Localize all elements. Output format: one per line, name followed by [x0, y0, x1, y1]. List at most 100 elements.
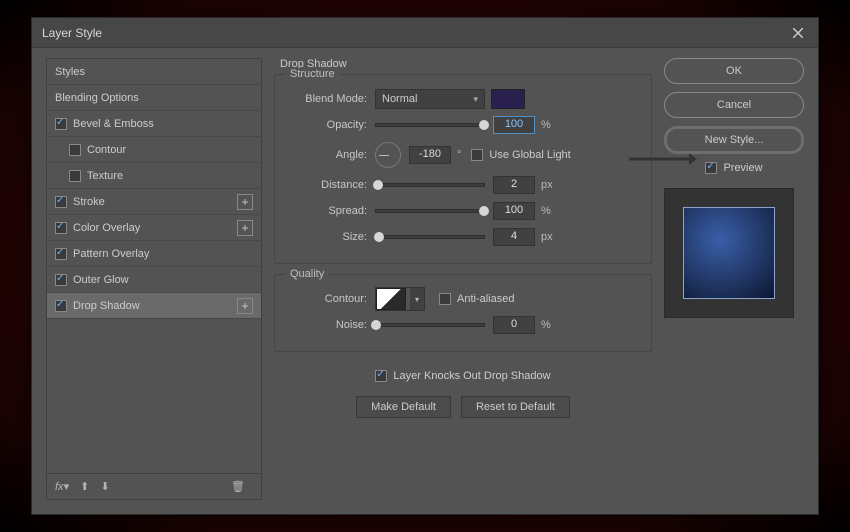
preview-box: [664, 188, 794, 318]
sidebar-item-color-overlay[interactable]: Color Overlay +: [47, 215, 261, 241]
size-slider[interactable]: [375, 235, 485, 239]
styles-list: Styles Blending Options Bevel & Emboss C…: [46, 58, 262, 500]
chevron-down-icon: ▾: [410, 288, 424, 310]
color-overlay-checkbox[interactable]: [55, 222, 67, 234]
spread-slider[interactable]: [375, 209, 485, 213]
sidebar-item-label: Contour: [87, 144, 126, 156]
preview-swatch: [683, 207, 775, 299]
opacity-input[interactable]: 100: [493, 116, 535, 134]
noise-slider[interactable]: [375, 323, 485, 327]
drop-shadow-checkbox[interactable]: [55, 300, 67, 312]
move-up-icon[interactable]: ⬆: [80, 481, 89, 493]
noise-unit: %: [541, 319, 551, 331]
reset-default-label: Reset to Default: [476, 401, 555, 413]
blend-mode-value: Normal: [382, 93, 417, 105]
outer-glow-checkbox[interactable]: [55, 274, 67, 286]
structure-group: Structure Blend Mode: Normal ▾ Opacity: …: [274, 74, 652, 264]
trash-icon[interactable]: 🗑: [231, 480, 245, 493]
sidebar-item-label: Styles: [55, 66, 85, 78]
sidebar-item-label: Drop Shadow: [73, 300, 140, 312]
preview-label: Preview: [723, 162, 762, 174]
noise-label: Noise:: [289, 319, 367, 331]
callout-arrow-icon: [629, 150, 697, 168]
cancel-label: Cancel: [717, 99, 751, 111]
size-label: Size:: [289, 231, 367, 243]
fx-menu-icon[interactable]: fx▾: [55, 481, 69, 493]
contour-picker[interactable]: ▾: [375, 287, 425, 311]
stroke-checkbox[interactable]: [55, 196, 67, 208]
window-title: Layer Style: [42, 26, 102, 40]
sidebar-item-styles[interactable]: Styles: [47, 59, 261, 85]
structure-title: Structure: [285, 68, 340, 80]
angle-unit: °: [457, 149, 461, 161]
shadow-color-swatch[interactable]: [491, 89, 525, 109]
angle-dial[interactable]: [375, 142, 401, 168]
distance-label: Distance:: [289, 179, 367, 191]
layer-style-dialog: Layer Style Styles Blending Options Beve…: [31, 17, 819, 515]
knockout-label: Layer Knocks Out Drop Shadow: [393, 370, 550, 382]
sidebar-footer: fx▾ ⬆ ⬇ 🗑: [47, 473, 261, 499]
blend-mode-select[interactable]: Normal ▾: [375, 89, 485, 109]
quality-group: Quality Contour: ▾ Anti-aliased Noise: 0…: [274, 274, 652, 352]
sidebar-item-label: Outer Glow: [73, 274, 129, 286]
move-down-icon[interactable]: ⬇: [100, 481, 109, 493]
sidebar-item-stroke[interactable]: Stroke +: [47, 189, 261, 215]
size-input[interactable]: 4: [493, 228, 535, 246]
anti-aliased-checkbox[interactable]: [439, 293, 451, 305]
sidebar-item-label: Texture: [87, 170, 123, 182]
global-light-label: Use Global Light: [489, 149, 570, 161]
chevron-down-icon: ▾: [473, 94, 478, 105]
add-stroke-icon[interactable]: +: [237, 194, 253, 210]
sidebar-item-pattern-overlay[interactable]: Pattern Overlay: [47, 241, 261, 267]
spread-input[interactable]: 100: [493, 202, 535, 220]
pattern-overlay-checkbox[interactable]: [55, 248, 67, 260]
styles-sidebar: Styles Blending Options Bevel & Emboss C…: [46, 58, 262, 500]
contour-checkbox[interactable]: [69, 144, 81, 156]
make-default-button[interactable]: Make Default: [356, 396, 451, 418]
bevel-emboss-checkbox[interactable]: [55, 118, 67, 130]
titlebar: Layer Style: [32, 18, 818, 48]
sidebar-item-blending-options[interactable]: Blending Options: [47, 85, 261, 111]
contour-preview-icon: [376, 288, 406, 310]
ok-button[interactable]: OK: [664, 58, 804, 84]
sidebar-item-label: Pattern Overlay: [73, 248, 149, 260]
sidebar-item-drop-shadow[interactable]: Drop Shadow +: [47, 293, 261, 319]
sidebar-item-label: Color Overlay: [73, 222, 140, 234]
sidebar-item-label: Blending Options: [55, 92, 139, 104]
angle-label: Angle:: [289, 149, 367, 161]
distance-slider[interactable]: [375, 183, 485, 187]
close-icon: [793, 28, 803, 38]
spread-unit: %: [541, 205, 551, 217]
blend-mode-label: Blend Mode:: [289, 93, 367, 105]
opacity-label: Opacity:: [289, 119, 367, 131]
sidebar-item-texture[interactable]: Texture: [47, 163, 261, 189]
add-color-overlay-icon[interactable]: +: [237, 220, 253, 236]
opacity-unit: %: [541, 119, 551, 131]
global-light-checkbox[interactable]: [471, 149, 483, 161]
noise-input[interactable]: 0: [493, 316, 535, 334]
sidebar-item-contour[interactable]: Contour: [47, 137, 261, 163]
quality-title: Quality: [285, 268, 329, 280]
opacity-slider[interactable]: [375, 123, 485, 127]
sidebar-item-bevel-emboss[interactable]: Bevel & Emboss: [47, 111, 261, 137]
options-panel: Drop Shadow Structure Blend Mode: Normal…: [274, 58, 652, 500]
reset-default-button[interactable]: Reset to Default: [461, 396, 570, 418]
angle-input[interactable]: -180: [409, 146, 451, 164]
size-unit: px: [541, 231, 553, 243]
action-column: OK Cancel New Style... Preview: [664, 58, 804, 500]
close-button[interactable]: [788, 23, 808, 43]
knockout-checkbox[interactable]: [375, 370, 387, 382]
sidebar-item-label: Bevel & Emboss: [73, 118, 154, 130]
contour-label: Contour:: [289, 293, 367, 305]
preview-checkbox[interactable]: [705, 162, 717, 174]
make-default-label: Make Default: [371, 401, 436, 413]
texture-checkbox[interactable]: [69, 170, 81, 182]
cancel-button[interactable]: Cancel: [664, 92, 804, 118]
spread-label: Spread:: [289, 205, 367, 217]
sidebar-item-outer-glow[interactable]: Outer Glow: [47, 267, 261, 293]
distance-input[interactable]: 2: [493, 176, 535, 194]
add-drop-shadow-icon[interactable]: +: [237, 298, 253, 314]
ok-label: OK: [726, 65, 742, 77]
distance-unit: px: [541, 179, 553, 191]
anti-aliased-label: Anti-aliased: [457, 293, 514, 305]
